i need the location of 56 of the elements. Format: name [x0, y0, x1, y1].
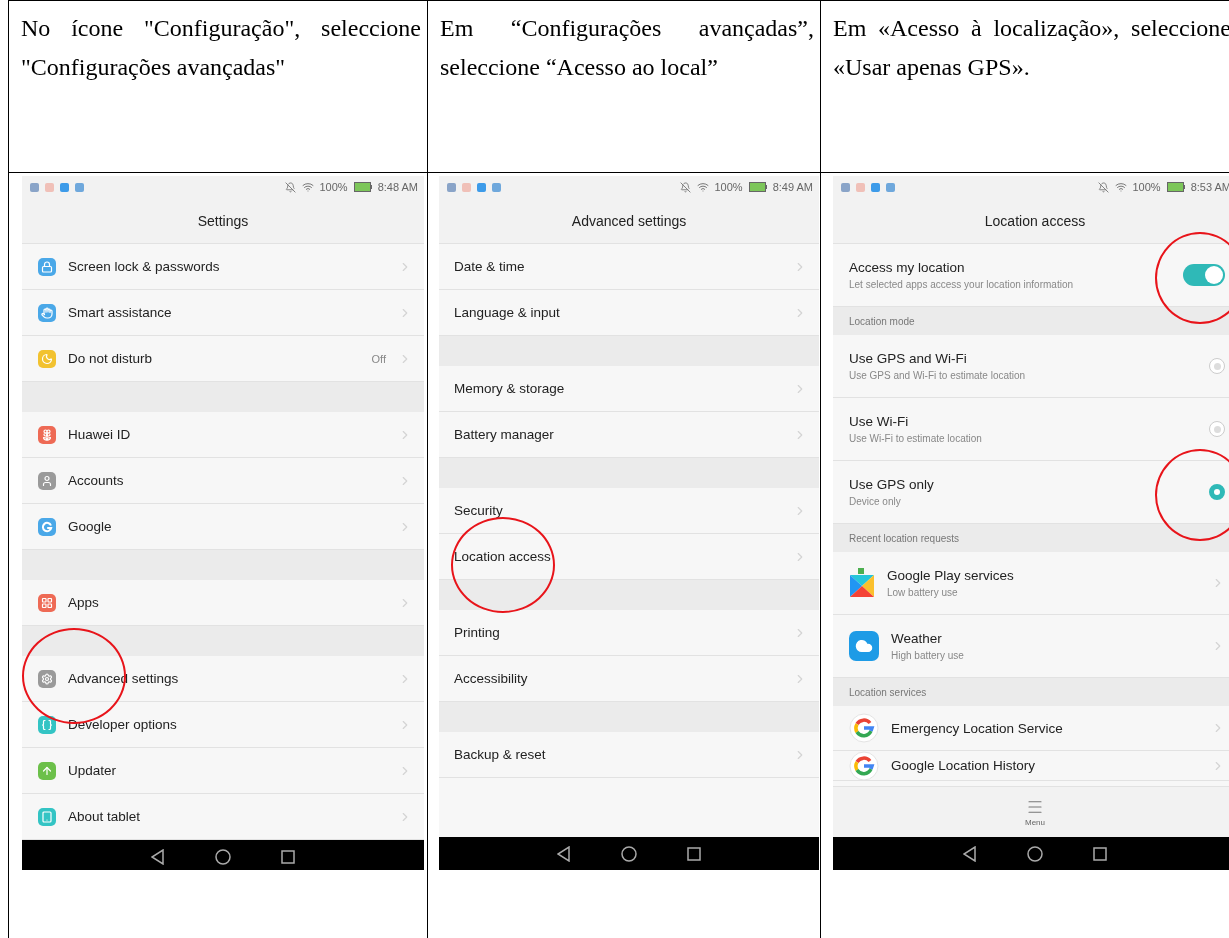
- app-item[interactable]: Google Location History: [833, 751, 1229, 781]
- radio-button[interactable]: [1209, 484, 1225, 500]
- recents-icon[interactable]: [1093, 846, 1107, 861]
- radio-button[interactable]: [1209, 421, 1225, 437]
- puzzle-icon: [849, 568, 875, 598]
- home-icon[interactable]: [215, 848, 231, 865]
- item-label: Access my location: [849, 260, 966, 275]
- instruction-text: Em “Configurações avançadas”, seleccione “Acesso ao local”: [440, 14, 814, 82]
- g-logo-icon: [849, 713, 879, 743]
- battery-icon: [353, 182, 372, 192]
- item-description: Let selected apps access your location information: [849, 279, 1074, 290]
- option-description: Use GPS and Wi-Fi to estimate location: [849, 370, 1027, 381]
- wifi-icon: [301, 181, 314, 193]
- cloud-icon: [849, 631, 879, 661]
- recents-icon[interactable]: [687, 846, 701, 861]
- mute-icon: [679, 181, 691, 193]
- option-description: Use Wi-Fi to estimate location: [849, 433, 983, 444]
- menu-button[interactable]: Menu: [1025, 797, 1045, 827]
- screen-title: Settings: [22, 198, 424, 244]
- option-description: Device only: [849, 496, 902, 507]
- app-name: Google Location History: [891, 758, 1037, 773]
- section-header: Recent location requests: [833, 524, 1229, 552]
- item-value: Off: [371, 352, 386, 365]
- status-time: 8:49 AM: [772, 181, 813, 193]
- battery-percent: 100%: [714, 181, 743, 193]
- home-icon[interactable]: [1027, 845, 1043, 862]
- battery-percent: 100%: [319, 181, 348, 193]
- wifi-icon: [1114, 181, 1127, 193]
- wifi-icon: [696, 181, 709, 193]
- home-icon[interactable]: [621, 845, 637, 862]
- g-logo-icon: [849, 750, 879, 781]
- radio-button[interactable]: [1209, 358, 1225, 374]
- section-header: Location mode: [833, 307, 1229, 335]
- battery-icon: [748, 182, 767, 192]
- back-icon[interactable]: [963, 845, 977, 862]
- option-label: Use Wi-Fi: [849, 414, 910, 429]
- mute-icon: [284, 181, 296, 193]
- mute-icon: [1097, 181, 1109, 193]
- screen-title: Advanced settings: [439, 198, 819, 244]
- battery-use: Low battery use: [887, 587, 959, 598]
- recents-icon[interactable]: [281, 849, 295, 864]
- option-label: Use GPS and Wi-Fi: [849, 351, 968, 366]
- status-time: 8:48 AM: [377, 181, 418, 193]
- app-name: Weather: [891, 631, 943, 646]
- screen-title: Location access: [833, 198, 1229, 244]
- toggle-switch[interactable]: [1183, 264, 1225, 286]
- app-name: Google Play services: [887, 568, 1015, 583]
- back-icon[interactable]: [151, 848, 165, 865]
- instruction-text: No ícone "Configuração", seleccione "Configurações avançadas": [21, 14, 421, 82]
- back-icon[interactable]: [557, 845, 571, 862]
- option-label: Use GPS only: [849, 477, 935, 492]
- battery-percent: 100%: [1132, 181, 1161, 193]
- battery-use: High battery use: [891, 650, 965, 661]
- app-name: Emergency Location Service: [891, 720, 1064, 736]
- section-header: Location services: [833, 678, 1229, 706]
- battery-icon: [1166, 182, 1185, 192]
